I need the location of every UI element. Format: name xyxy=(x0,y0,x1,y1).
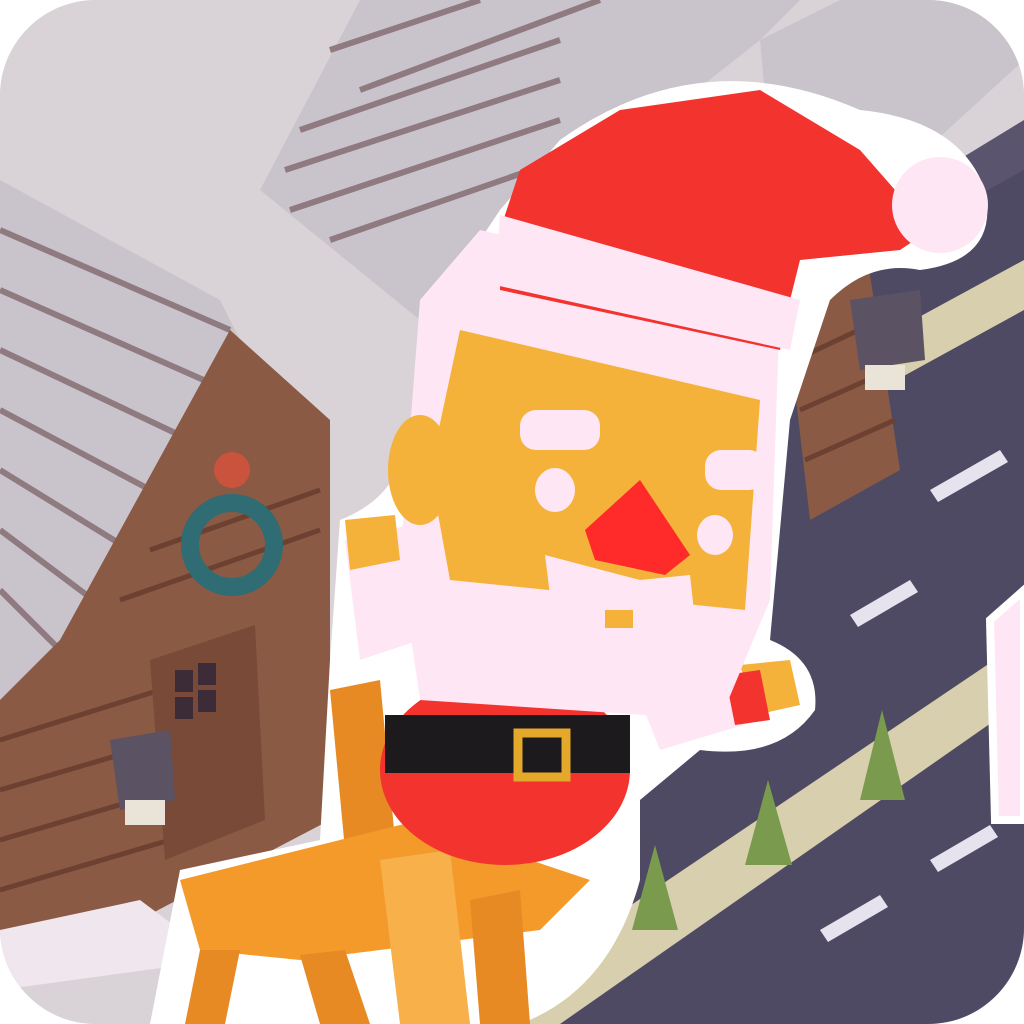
app-icon xyxy=(0,0,1024,1024)
hat-pompom xyxy=(892,157,988,253)
game-scene xyxy=(0,0,1024,1024)
left-eye xyxy=(535,468,575,512)
ear xyxy=(388,415,452,525)
lamp xyxy=(110,730,175,810)
left-eyebrow xyxy=(520,410,600,450)
right-eye xyxy=(697,515,733,555)
right-eyebrow xyxy=(705,450,765,490)
wreath-bow xyxy=(214,452,250,488)
gift-box xyxy=(985,584,1024,824)
belt xyxy=(385,715,630,773)
